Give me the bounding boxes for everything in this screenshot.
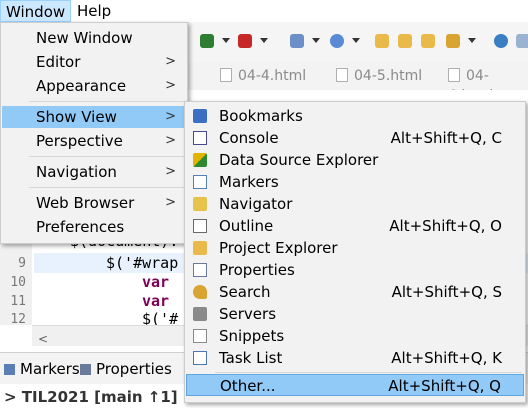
- menu-separator: [29, 187, 184, 188]
- menu-item-task-list[interactable]: Task List Alt+Shift+Q, K: [186, 347, 524, 369]
- code-line: var: [142, 292, 179, 310]
- folder-icon[interactable]: [398, 34, 412, 48]
- menu-item-snippets[interactable]: Snippets: [186, 325, 524, 347]
- menu-item-navigation[interactable]: Navigation >: [2, 161, 186, 183]
- code-line: $('#wrap: [106, 254, 179, 272]
- project-label: > TIL2021 [main ↑1]: [4, 388, 178, 406]
- chevron-right-icon: >: [165, 195, 176, 210]
- menu-item-preferences[interactable]: Preferences: [2, 216, 186, 238]
- navigator-icon: [193, 197, 207, 211]
- line-number: 10: [10, 275, 26, 290]
- scroll-left-icon[interactable]: <: [38, 332, 48, 346]
- folder-open-icon[interactable]: [421, 34, 435, 48]
- tools-icon[interactable]: [446, 34, 460, 48]
- menu-item-search[interactable]: Search Alt+Shift+Q, S: [186, 281, 524, 303]
- menu-window[interactable]: Window: [0, 0, 72, 22]
- menu-item-markers[interactable]: Markers: [186, 171, 524, 193]
- menubar: Window Help: [0, 0, 528, 22]
- new-dropdown-icon[interactable]: [312, 38, 320, 43]
- window-menu: New Window Editor > Appearance > Show View…: [0, 22, 188, 244]
- menu-item-navigator[interactable]: Navigator: [186, 193, 524, 215]
- menu-item-data-source-explorer[interactable]: Data Source Explorer: [186, 149, 524, 171]
- markers-icon: [4, 364, 15, 375]
- menu-item-properties[interactable]: Properties: [186, 259, 524, 281]
- editor-tab[interactable]: 04-4.html: [220, 66, 306, 86]
- file-icon: [336, 68, 348, 82]
- outline-icon: [193, 219, 207, 233]
- globe-icon[interactable]: [494, 34, 508, 48]
- chevron-right-icon: >: [165, 78, 176, 93]
- menu-item-outline[interactable]: Outline Alt+Shift+Q, O: [186, 215, 524, 237]
- properties-icon: [193, 263, 207, 277]
- run-dropdown-icon[interactable]: [222, 38, 230, 43]
- menu-item-console[interactable]: Console Alt+Shift+Q, C: [186, 127, 524, 149]
- chevron-right-icon: >: [165, 164, 176, 179]
- perspective-icon[interactable]: [516, 34, 528, 48]
- code-line: var: [142, 273, 179, 291]
- task-list-icon: [193, 351, 207, 365]
- chevron-right-icon: >: [165, 109, 176, 124]
- menu-separator: [29, 101, 184, 102]
- chevron-right-icon: >: [165, 54, 176, 69]
- menu-item-perspective[interactable]: Perspective >: [2, 130, 186, 152]
- snippets-icon: [193, 329, 207, 343]
- run-icon[interactable]: [200, 34, 214, 48]
- line-number: 9: [18, 256, 26, 271]
- debug-icon[interactable]: [238, 34, 252, 48]
- editor-tab[interactable]: 04-5.html: [336, 66, 422, 86]
- menu-item-bookmarks[interactable]: Bookmarks: [186, 105, 524, 127]
- menu-item-servers[interactable]: Servers: [186, 303, 524, 325]
- tools-dropdown-icon[interactable]: [468, 38, 476, 43]
- bookmarks-icon: [193, 109, 207, 123]
- menu-item-project-explorer[interactable]: Project Explorer: [186, 237, 524, 259]
- menu-help[interactable]: Help: [72, 0, 116, 22]
- console-icon: [193, 131, 207, 145]
- project-explorer-icon: [193, 241, 207, 255]
- open-folder-icon[interactable]: [375, 34, 389, 48]
- debug-dropdown-icon[interactable]: [260, 38, 268, 43]
- menu-item-other[interactable]: Other... Alt+Shift+Q, Q: [186, 374, 524, 396]
- markers-icon: [193, 175, 207, 189]
- menu-separator: [29, 156, 184, 157]
- show-view-submenu: Bookmarks Console Alt+Shift+Q, C Data Sou…: [184, 101, 526, 403]
- tab-properties[interactable]: Properties: [80, 360, 172, 378]
- search-icon: [193, 285, 207, 299]
- menu-item-web-browser[interactable]: Web Browser >: [2, 192, 186, 214]
- new-icon[interactable]: [290, 34, 304, 48]
- menu-item-show-view[interactable]: Show View >: [2, 106, 186, 128]
- tab-markers[interactable]: Markers: [4, 360, 80, 378]
- settings-dropdown-icon[interactable]: [352, 38, 360, 43]
- data-source-explorer-icon: [193, 153, 207, 167]
- menu-item-appearance[interactable]: Appearance >: [2, 75, 186, 97]
- menu-item-new-window[interactable]: New Window: [2, 27, 186, 49]
- chevron-right-icon: >: [165, 133, 176, 148]
- line-number: 12: [10, 312, 26, 327]
- menu-separator: [215, 372, 522, 373]
- editor-tab[interactable]: 04-6.html: [448, 66, 528, 104]
- line-number: 11: [10, 294, 26, 309]
- servers-icon: [193, 307, 207, 321]
- properties-icon: [80, 364, 91, 375]
- file-icon: [220, 68, 232, 82]
- file-icon: [448, 68, 460, 82]
- settings-icon[interactable]: [330, 34, 344, 48]
- menu-item-editor[interactable]: Editor >: [2, 51, 186, 73]
